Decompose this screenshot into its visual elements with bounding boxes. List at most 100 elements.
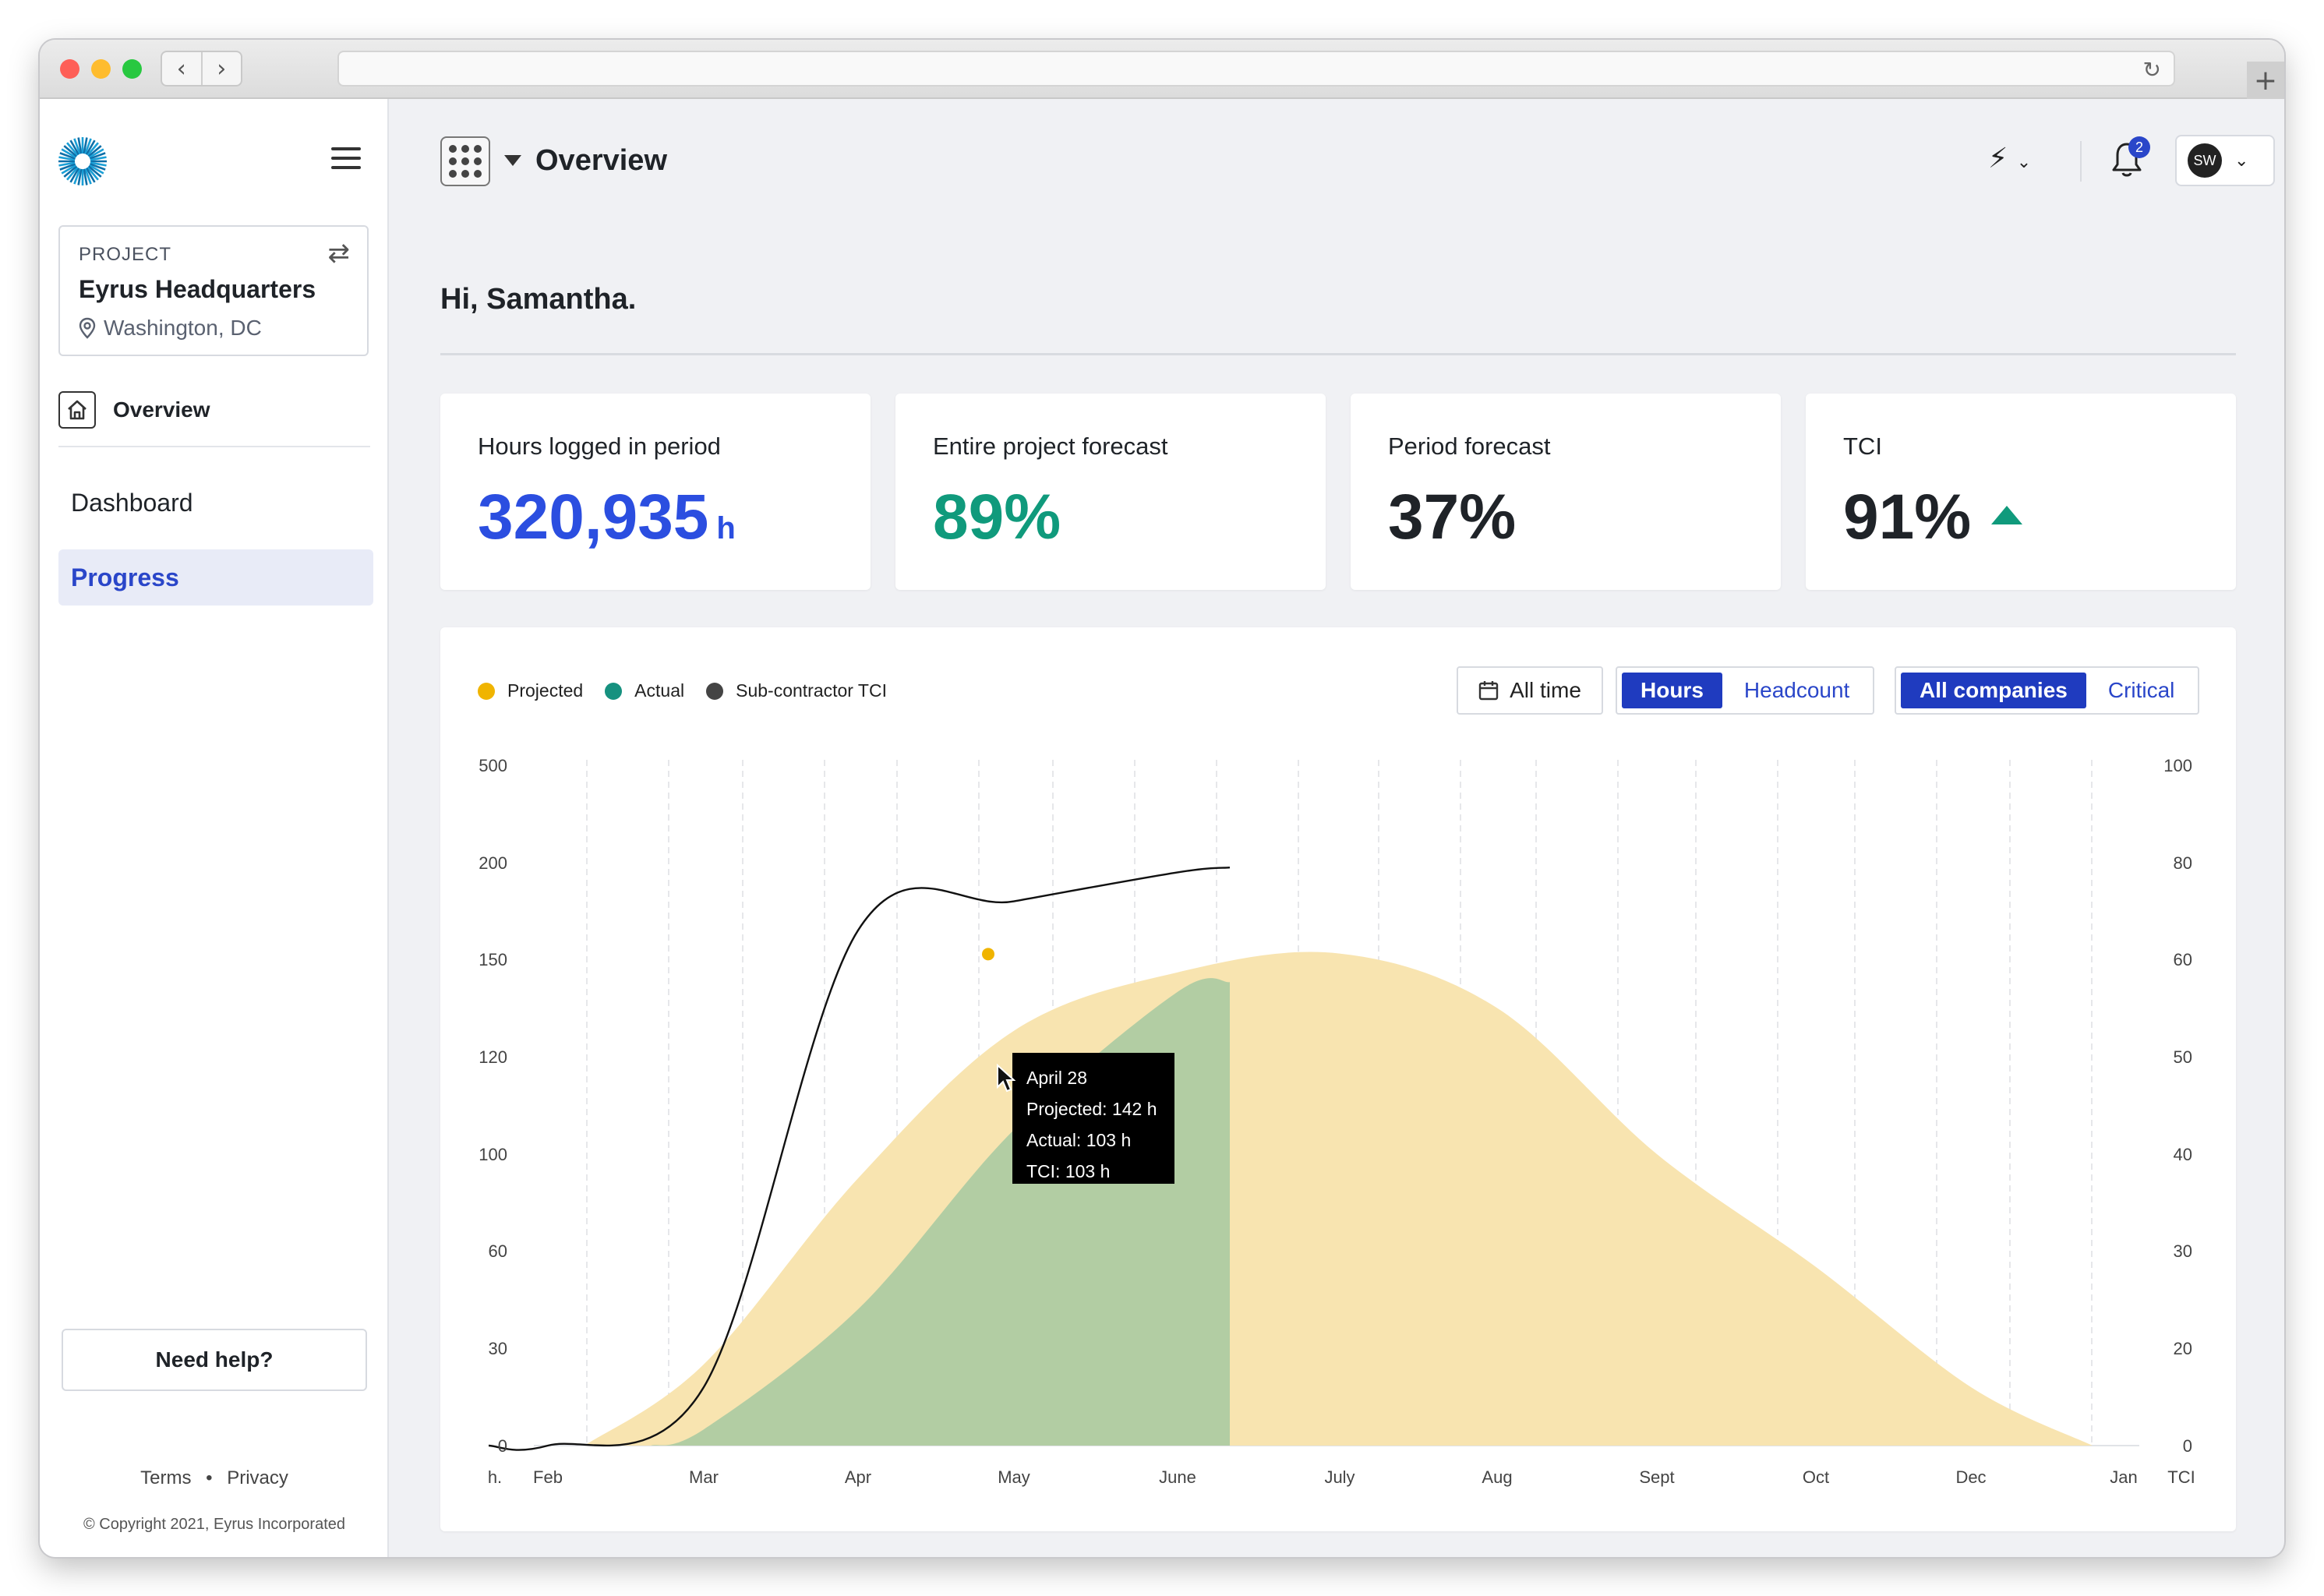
x-tick-label: May bbox=[998, 1467, 1030, 1487]
kpi-label: Entire project forecast bbox=[933, 433, 1168, 460]
eyrus-logo-icon bbox=[58, 137, 107, 185]
legend-actual-label: Actual bbox=[634, 680, 685, 701]
x-tick-label: July bbox=[1324, 1467, 1354, 1487]
reload-icon[interactable]: ↻ bbox=[2143, 57, 2161, 83]
greeting: Hi, Samantha. bbox=[440, 283, 637, 316]
y-right-tick-label: 100 bbox=[2163, 756, 2192, 775]
sidebar-item-dashboard[interactable]: Dashboard bbox=[58, 475, 373, 531]
kpi-value: 91% bbox=[1843, 486, 2023, 549]
kpi-value: 89% bbox=[933, 482, 1061, 553]
kpi-label: TCI bbox=[1843, 433, 1882, 460]
progress-chart-card: 0 30 60 100 120 150 200 500 0 20 30 40 50 60 80 100 Feb M… bbox=[440, 627, 2236, 1531]
browser-window: ‹ › ↻ + PROJECT ⇄ Eyrus Headquarters Was… bbox=[40, 40, 2284, 1557]
notification-badge: 2 bbox=[2128, 136, 2150, 158]
chevron-down-icon: ⌄ bbox=[2234, 150, 2249, 171]
x-tick-label: Feb bbox=[533, 1467, 563, 1487]
separator-dot: • bbox=[206, 1467, 213, 1488]
maximize-window-button[interactable] bbox=[122, 59, 142, 79]
y-left-tick-label: 150 bbox=[479, 950, 507, 969]
avatar: SW bbox=[2188, 143, 2222, 178]
trend-up-icon bbox=[1991, 506, 2023, 524]
swap-icon[interactable]: ⇄ bbox=[328, 238, 351, 269]
history-nav: ‹ › bbox=[161, 51, 242, 87]
y-right-tick-label: 40 bbox=[2174, 1145, 2192, 1164]
x-tick-label: June bbox=[1159, 1467, 1196, 1487]
y-right-tick-label: 20 bbox=[2174, 1339, 2192, 1358]
x-tick-label: Sept bbox=[1639, 1467, 1674, 1487]
kpi-number: 320,935 bbox=[478, 482, 709, 553]
apps-dropdown-caret-icon[interactable] bbox=[504, 155, 521, 166]
x-tick-label: Jan bbox=[2110, 1467, 2137, 1487]
tooltip-tci: TCI: 103 h bbox=[1026, 1161, 1111, 1181]
forward-icon[interactable]: › bbox=[203, 52, 242, 85]
mouse-cursor-icon bbox=[997, 1064, 1015, 1093]
copyright: © Copyright 2021, Eyrus Incorporated bbox=[83, 1516, 346, 1533]
metric-hours-option[interactable]: Hours bbox=[1622, 673, 1722, 708]
chevron-down-icon: ⌄ bbox=[2016, 153, 2032, 172]
kpi-number: 91% bbox=[1843, 482, 1972, 553]
chart-legend: Projected Actual Sub-contractor TCI bbox=[478, 680, 887, 701]
apps-grid-icon[interactable] bbox=[440, 136, 490, 186]
legend-projected[interactable]: Projected bbox=[478, 680, 583, 701]
sidebar: PROJECT ⇄ Eyrus Headquarters Washington,… bbox=[40, 99, 389, 1557]
back-icon[interactable]: ‹ bbox=[162, 52, 203, 85]
metric-headcount-option[interactable]: Headcount bbox=[1725, 673, 1868, 708]
page-title: Overview bbox=[535, 144, 667, 177]
tooltip-actual: Actual: 103 h bbox=[1026, 1130, 1132, 1150]
sidebar-item-progress[interactable]: Progress bbox=[58, 549, 373, 606]
kpi-value: 320,935 h bbox=[478, 486, 736, 549]
tooltip-projected: Projected: 142 h bbox=[1026, 1099, 1157, 1119]
project-selector[interactable]: PROJECT ⇄ Eyrus Headquarters Washington,… bbox=[58, 225, 369, 356]
y-right-tick-label: 50 bbox=[2174, 1047, 2192, 1067]
date-range-label: All time bbox=[1510, 678, 1581, 702]
date-range-button[interactable]: All time bbox=[1457, 666, 1603, 715]
nav-overview[interactable]: Overview bbox=[58, 390, 370, 429]
legend-projected-label: Projected bbox=[507, 680, 584, 701]
close-window-button[interactable] bbox=[60, 59, 79, 79]
new-tab-icon[interactable]: + bbox=[2247, 62, 2284, 99]
y-right-tick-label: 30 bbox=[2174, 1241, 2192, 1261]
minimize-window-button[interactable] bbox=[91, 59, 111, 79]
legend-tci[interactable]: Sub-contractor TCI bbox=[706, 680, 887, 701]
greeting-divider bbox=[440, 353, 2236, 355]
menu-icon[interactable] bbox=[331, 147, 361, 175]
address-bar[interactable]: ↻ bbox=[337, 51, 2175, 87]
y-left-tick-label: 30 bbox=[489, 1339, 507, 1358]
lightning-icon: ⚡ bbox=[1988, 143, 2008, 175]
tooltip-date: April 28 bbox=[1026, 1068, 1087, 1088]
project-location-text: Washington, DC bbox=[104, 316, 262, 340]
y-left-tick-label: 100 bbox=[479, 1145, 507, 1164]
y-left-tick-label: 500 bbox=[479, 756, 507, 775]
need-help-button[interactable]: Need help? bbox=[62, 1329, 367, 1391]
kpi-tci: TCI 91% bbox=[1806, 394, 2236, 590]
kpi-label: Hours logged in period bbox=[478, 433, 721, 460]
y-left-tick-label: 200 bbox=[479, 853, 507, 873]
kpi-period-forecast: Period forecast 37% bbox=[1351, 394, 1781, 590]
x-tick-label: Mar bbox=[689, 1467, 719, 1487]
x-tick-label: Aug bbox=[1482, 1467, 1512, 1487]
terms-link[interactable]: Terms bbox=[140, 1467, 191, 1488]
company-all-option[interactable]: All companies bbox=[1901, 673, 2086, 708]
browser-titlebar: ‹ › ↻ + bbox=[40, 40, 2284, 99]
x-axis-left-unit: h. bbox=[488, 1467, 502, 1487]
kpi-project-forecast: Entire project forecast 89% bbox=[895, 394, 1326, 590]
legend-actual[interactable]: Actual bbox=[605, 680, 684, 701]
project-name: Eyrus Headquarters bbox=[79, 275, 316, 303]
y-left-tick-label: 60 bbox=[489, 1241, 507, 1261]
company-toggle: All companies Critical bbox=[1895, 666, 2200, 715]
x-tick-label: Oct bbox=[1803, 1467, 1829, 1487]
user-menu-button[interactable]: SW ⌄ bbox=[2175, 135, 2275, 186]
location-pin-icon bbox=[79, 317, 96, 339]
company-critical-option[interactable]: Critical bbox=[2089, 673, 2194, 708]
calendar-icon bbox=[1478, 681, 1499, 701]
privacy-link[interactable]: Privacy bbox=[227, 1467, 288, 1488]
y-right-tick-label: 60 bbox=[2174, 950, 2192, 969]
x-axis-right-unit: TCI bbox=[2167, 1467, 2195, 1487]
quick-actions-button[interactable]: ⚡ ⌄ bbox=[1988, 143, 2031, 175]
home-icon bbox=[58, 391, 96, 429]
x-tick-label: Dec bbox=[1955, 1467, 1986, 1487]
y-left-tick-label: 0 bbox=[498, 1436, 507, 1456]
header-separator bbox=[2080, 141, 2082, 182]
y-left-tick-label: 120 bbox=[479, 1047, 507, 1067]
footer-links: Terms • Privacy bbox=[40, 1467, 389, 1489]
